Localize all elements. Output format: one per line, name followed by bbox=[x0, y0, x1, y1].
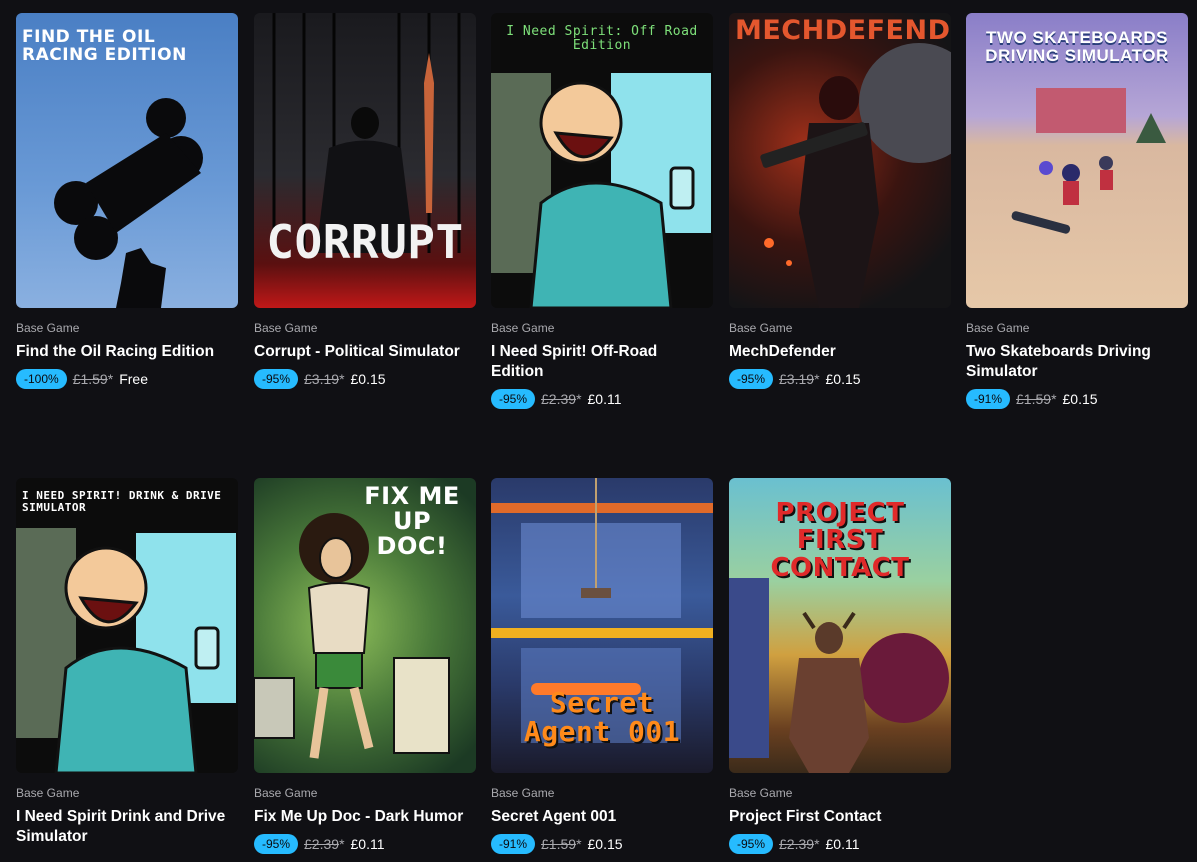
sale-price: £0.15 bbox=[587, 836, 623, 852]
price-row: -91% £1.59 * £0.15 bbox=[966, 389, 1188, 409]
discount-badge: -95% bbox=[729, 369, 774, 389]
discount-badge: -91% bbox=[491, 834, 536, 854]
original-price: £1.59 bbox=[541, 836, 577, 852]
game-cover-image[interactable]: FIND THE OIL RACING EDITION bbox=[16, 13, 238, 308]
discount-badge: -95% bbox=[254, 369, 299, 389]
game-title[interactable]: Two Skateboards Driving Simulator bbox=[966, 342, 1188, 382]
original-price: £2.39 bbox=[541, 391, 577, 407]
game-title[interactable]: I Need Spirit! Off-Road Edition bbox=[491, 342, 713, 382]
discount-badge: -95% bbox=[491, 389, 536, 409]
discount-badge: -91% bbox=[966, 389, 1011, 409]
cover-art-title: CORRUPT bbox=[266, 215, 464, 269]
game-title[interactable]: I Need Spirit Drink and Drive Simulator bbox=[16, 807, 238, 847]
sale-price: Free bbox=[119, 371, 148, 387]
game-card-corrupt[interactable]: CORRUPT Base Game Corrupt - Political Si… bbox=[254, 13, 476, 389]
game-cover-image[interactable]: I Need Spirit: Off Road Edition bbox=[491, 13, 713, 308]
game-type-label: Base Game bbox=[491, 321, 555, 335]
game-grid: FIND THE OIL RACING EDITION Base Game Fi… bbox=[0, 0, 1197, 862]
price-row: -95% £2.39 * £0.11 bbox=[254, 834, 476, 854]
game-type-label: Base Game bbox=[491, 786, 555, 800]
sale-price: £0.15 bbox=[825, 371, 861, 387]
game-title[interactable]: Fix Me Up Doc - Dark Humor bbox=[254, 807, 476, 827]
game-card-off-road[interactable]: I Need Spirit: Off Road Edition Base Gam… bbox=[491, 13, 713, 409]
original-price: £2.39 bbox=[779, 836, 815, 852]
sale-price: £0.11 bbox=[587, 391, 622, 407]
game-title[interactable]: Find the Oil Racing Edition bbox=[16, 342, 238, 362]
price-row: -100% £1.59 * Free bbox=[16, 369, 238, 389]
game-card-secret-agent[interactable]: Secret Agent 001 Base Game Secret Agent … bbox=[491, 478, 713, 854]
sale-price: £0.11 bbox=[825, 836, 860, 852]
price-footnote-marker: * bbox=[814, 371, 820, 387]
original-price: £3.19 bbox=[779, 371, 815, 387]
discount-badge: -95% bbox=[729, 834, 774, 854]
game-cover-image[interactable]: TWO SKATEBOARDS DRIVING SIMULATOR bbox=[966, 13, 1188, 308]
cover-art-title: PROJECT FIRST CONTACT bbox=[770, 498, 910, 583]
price-footnote-marker: * bbox=[339, 836, 345, 852]
cover-art-silhouette bbox=[16, 528, 236, 773]
game-title[interactable]: Secret Agent 001 bbox=[491, 807, 713, 827]
game-card-drink-and-drive[interactable]: I NEED SPIRIT! DRINK & DRIVE SIMULATOR B… bbox=[16, 478, 238, 847]
cover-art-title: TWO SKATEBOARDS DRIVING SIMULATOR bbox=[985, 28, 1169, 65]
game-type-label: Base Game bbox=[16, 786, 80, 800]
price-footnote-marker: * bbox=[1051, 391, 1057, 407]
cover-art-title: FIX ME UP DOC! bbox=[364, 482, 460, 561]
sale-price: £0.15 bbox=[350, 371, 386, 387]
price-row: -95% £2.39 * £0.11 bbox=[491, 389, 713, 409]
sale-price: £0.11 bbox=[350, 836, 385, 852]
price-row: -91% £1.59 * £0.15 bbox=[491, 834, 713, 854]
original-price: £2.39 bbox=[304, 836, 340, 852]
game-cover-image[interactable]: CORRUPT bbox=[254, 13, 476, 308]
original-price: £1.59 bbox=[1016, 391, 1052, 407]
game-card-find-the-oil[interactable]: FIND THE OIL RACING EDITION Base Game Fi… bbox=[16, 13, 238, 389]
discount-badge: -95% bbox=[254, 834, 299, 854]
game-cover-image[interactable]: Secret Agent 001 bbox=[491, 478, 713, 773]
game-title[interactable]: MechDefender bbox=[729, 342, 951, 362]
cover-art-silhouette bbox=[760, 43, 951, 308]
game-type-label: Base Game bbox=[16, 321, 80, 335]
original-price: £1.59 bbox=[72, 371, 108, 387]
game-title[interactable]: Corrupt - Political Simulator bbox=[254, 342, 476, 362]
cover-art-title: Secret Agent 001 bbox=[523, 686, 681, 749]
game-cover-image[interactable]: I NEED SPIRIT! DRINK & DRIVE SIMULATOR bbox=[16, 478, 238, 773]
price-row: -95% £3.19 * £0.15 bbox=[729, 369, 951, 389]
game-card-project-first-contact[interactable]: PROJECT FIRST CONTACT Base Game Project … bbox=[729, 478, 951, 854]
game-type-label: Base Game bbox=[729, 786, 793, 800]
price-footnote-marker: * bbox=[339, 371, 345, 387]
game-cover-image[interactable]: FIX ME UP DOC! bbox=[254, 478, 476, 773]
game-card-mechdefender[interactable]: MECHDEFENDER Base Game MechDefender -95%… bbox=[729, 13, 951, 389]
game-type-label: Base Game bbox=[966, 321, 1030, 335]
cover-art-title: I NEED SPIRIT! DRINK & DRIVE SIMULATOR bbox=[22, 489, 222, 514]
discount-badge: -100% bbox=[16, 369, 67, 389]
price-footnote-marker: * bbox=[576, 836, 582, 852]
price-row: -95% £3.19 * £0.15 bbox=[254, 369, 476, 389]
game-cover-image[interactable]: PROJECT FIRST CONTACT bbox=[729, 478, 951, 773]
cover-art-title: FIND THE OIL RACING EDITION bbox=[22, 27, 187, 65]
game-title[interactable]: Project First Contact bbox=[729, 807, 951, 827]
game-type-label: Base Game bbox=[729, 321, 793, 335]
game-type-label: Base Game bbox=[254, 321, 318, 335]
cover-art-title: MECHDEFENDER bbox=[735, 15, 951, 46]
price-footnote-marker: * bbox=[576, 391, 582, 407]
game-type-label: Base Game bbox=[254, 786, 318, 800]
cover-art-title: I Need Spirit: Off Road Edition bbox=[506, 24, 698, 53]
price-footnote-marker: * bbox=[814, 836, 820, 852]
price-footnote-marker: * bbox=[107, 371, 114, 387]
game-card-fix-me-up-doc[interactable]: FIX ME UP DOC! Base Game Fix Me Up Doc -… bbox=[254, 478, 476, 854]
game-card-two-skateboards[interactable]: TWO SKATEBOARDS DRIVING SIMULATOR Base G… bbox=[966, 13, 1188, 409]
original-price: £3.19 bbox=[304, 371, 340, 387]
cover-art-silhouette bbox=[491, 73, 711, 308]
sale-price: £0.15 bbox=[1062, 391, 1098, 407]
game-cover-image[interactable]: MECHDEFENDER bbox=[729, 13, 951, 308]
price-row: -95% £2.39 * £0.11 bbox=[729, 834, 951, 854]
